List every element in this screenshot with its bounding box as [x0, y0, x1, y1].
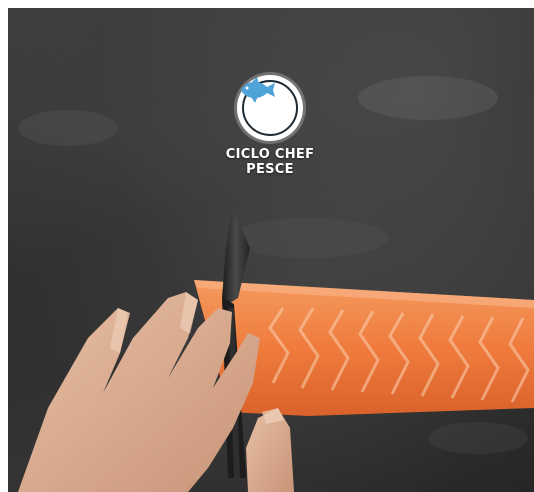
right-thumb: [246, 408, 294, 492]
left-hand: [18, 292, 260, 492]
logo-line-2: PESCE: [246, 162, 294, 177]
logo-line-1: CICLO CHEF: [225, 147, 315, 162]
ciclo-chef-logo: [237, 75, 303, 141]
logo-caption: CICLO CHEF PESCE: [208, 147, 332, 177]
fish-icon: [241, 77, 275, 103]
photo-salmon-fillet-cutting: CICLO CHEF PESCE: [8, 8, 534, 492]
image-frame: CICLO CHEF PESCE: [0, 0, 534, 492]
